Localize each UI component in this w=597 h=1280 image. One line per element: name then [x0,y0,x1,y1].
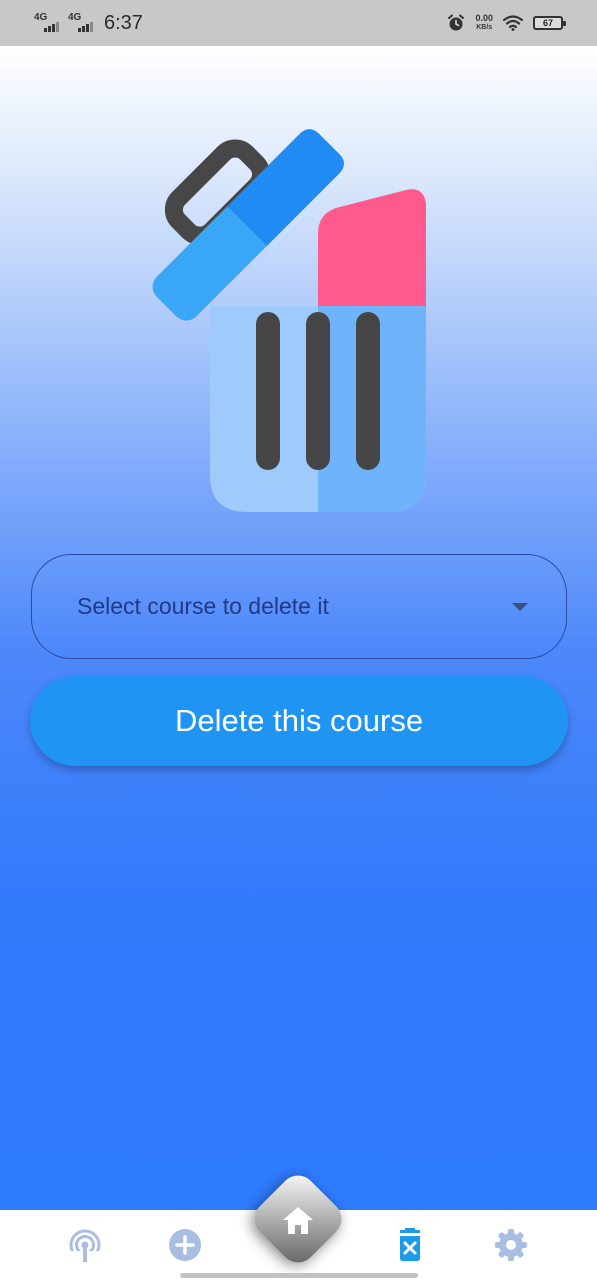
network-speed: 0.00 KB/s [475,14,493,32]
course-select-dropdown[interactable]: Select course to delete it [31,554,567,659]
wifi-icon [503,15,523,31]
trash-bin-open-icon [152,129,426,512]
home-icon [283,1207,313,1234]
battery-level: 67 [542,18,553,28]
delete-icon[interactable] [393,1228,427,1262]
status-left: 4G 4G 6:37 [34,12,143,35]
signal-icon-2: 4G [68,12,94,34]
battery-icon: 67 [533,16,566,30]
broadcast-icon[interactable] [68,1228,102,1262]
delete-course-button[interactable]: Delete this course [30,676,568,766]
chevron-down-icon [512,602,528,611]
status-time: 6:37 [104,11,143,34]
course-select-placeholder: Select course to delete it [77,593,329,619]
speed-unit: KB/s [476,24,493,31]
signal-icon: 4G [34,12,60,34]
status-right: 0.00 KB/s 67 [447,14,566,32]
add-circle-icon[interactable] [168,1228,202,1262]
alarm-icon [448,14,465,31]
gesture-bar [180,1273,418,1278]
main-content: Select course to delete it Delete this c… [0,46,597,1210]
speed-value: 0.00 [475,13,493,23]
status-bar: 4G 4G 6:37 0.00 KB/s 67 [0,0,597,46]
settings-icon[interactable] [494,1228,528,1262]
